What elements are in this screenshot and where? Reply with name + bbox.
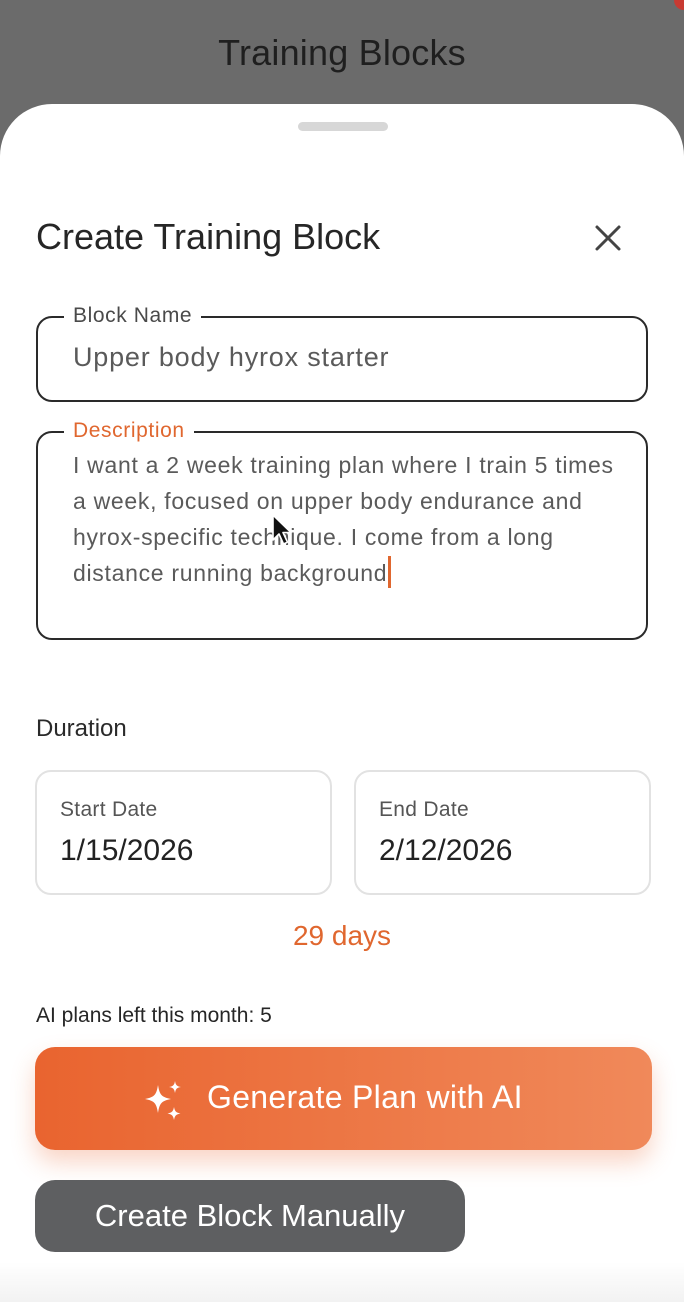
block-name-field[interactable]: Block Name Upper body hyrox starter [36, 303, 648, 402]
close-button[interactable] [588, 218, 628, 258]
description-field[interactable]: Description I want a 2 week training pla… [36, 418, 648, 640]
ai-plans-remaining: AI plans left this month: 5 [36, 1004, 272, 1027]
sheet-bottom-fade [0, 1262, 684, 1302]
close-icon [595, 225, 621, 251]
create-block-manually-button[interactable]: Create Block Manually [35, 1180, 465, 1252]
generate-plan-ai-button[interactable]: Generate Plan with AI [35, 1047, 652, 1150]
description-value: I want a 2 week training plan where I tr… [73, 452, 621, 586]
create-block-manually-label: Create Block Manually [94, 1198, 406, 1233]
sparkles-icon [145, 1081, 181, 1120]
end-date-value: 2/12/2026 [379, 834, 513, 867]
block-name-label: Block Name [64, 303, 202, 329]
sheet-title: Create Training Block [36, 216, 381, 257]
description-label: Description [64, 418, 194, 444]
description-textarea[interactable]: I want a 2 week training plan where I tr… [73, 447, 618, 591]
block-name-value: Upper body hyrox starter [73, 342, 390, 372]
backdrop-page-title: Training Blocks [218, 32, 466, 73]
notification-dot [674, 0, 684, 10]
sheet-drag-handle[interactable] [298, 122, 388, 131]
duration-days-count: 29 days [292, 920, 392, 951]
text-caret [388, 556, 392, 588]
end-date-caption: End Date [379, 798, 469, 821]
mouse-pointer-icon [272, 514, 292, 545]
generate-plan-label: Generate Plan with AI [207, 1079, 523, 1115]
start-date-picker[interactable]: Start Date 1/15/2026 [35, 770, 332, 895]
end-date-picker[interactable]: End Date 2/12/2026 [354, 770, 651, 895]
start-date-value: 1/15/2026 [60, 834, 194, 867]
create-block-sheet: Create Training Block Block Name Upper b… [0, 104, 684, 1302]
duration-label: Duration [36, 715, 127, 742]
start-date-caption: Start Date [60, 798, 158, 821]
